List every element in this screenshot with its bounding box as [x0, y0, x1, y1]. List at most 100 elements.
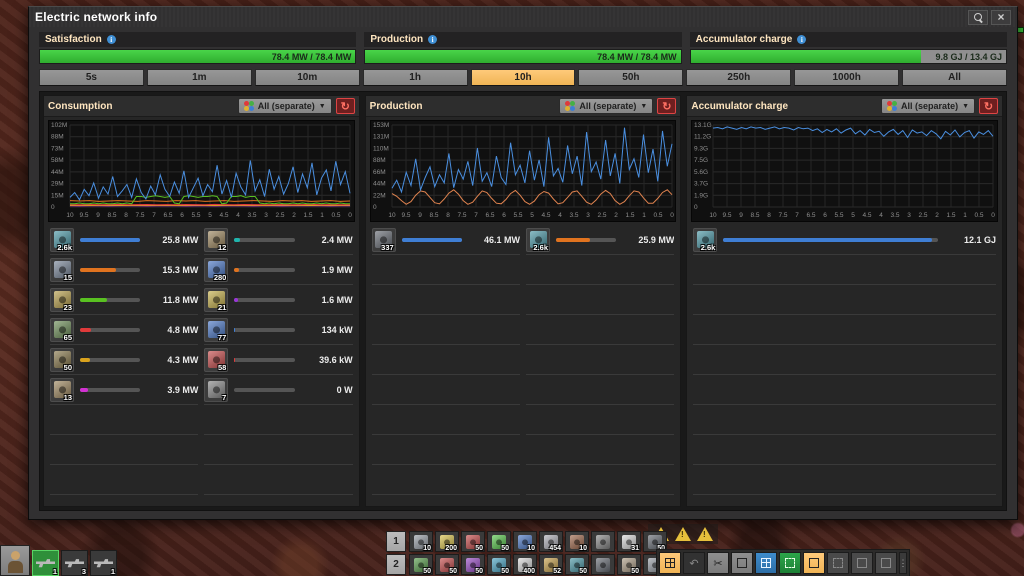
undo-button[interactable]: ↶	[683, 552, 705, 574]
solar-panel-icon[interactable]: 2.6k	[526, 228, 550, 252]
item-count: 50	[501, 545, 509, 552]
cut-button[interactable]: ✂	[707, 552, 729, 574]
svg-text:44M: 44M	[373, 181, 386, 188]
shotgun-slot[interactable]: 1	[90, 550, 117, 576]
production-filter-dropdown[interactable]: All (separate) ▼	[559, 98, 653, 114]
list-row	[526, 435, 674, 465]
upgrade-planner-icon	[833, 558, 843, 568]
quickbar-slot-pipe[interactable]: 50	[617, 554, 641, 575]
quickbar-slot-purple-item[interactable]: 50	[461, 554, 485, 575]
time-button-1m[interactable]: 1m	[147, 69, 252, 86]
svg-text:6.5: 6.5	[163, 212, 172, 219]
quickbar-slot-stone[interactable]: 400	[513, 554, 537, 575]
camera-button[interactable]	[875, 552, 897, 574]
quickbar-row-button-2[interactable]: 2	[386, 554, 406, 575]
electric-furnace-icon[interactable]: 65	[50, 318, 74, 342]
usage-value: 39.6 kW	[301, 355, 353, 365]
quickbar-slot-copper-item[interactable]: 10	[565, 531, 589, 552]
svg-text:0: 0	[348, 212, 352, 219]
roboport-icon[interactable]: 7	[204, 378, 228, 402]
svg-text:4.5: 4.5	[219, 212, 228, 219]
usage-value: 11.8 MW	[146, 295, 198, 305]
svg-text:73M: 73M	[51, 145, 64, 152]
svg-text:0.5: 0.5	[331, 212, 340, 219]
quickbar-slot-gray-item[interactable]	[591, 554, 615, 575]
character-button[interactable]	[0, 545, 30, 576]
usage-bar	[80, 328, 140, 332]
quickbar-slot-beacon[interactable]: 454	[539, 531, 563, 552]
list-row	[526, 375, 674, 405]
quickbar-row-button-1[interactable]: 1	[386, 531, 406, 552]
deconstruction-planner-button[interactable]	[803, 552, 825, 574]
usage-value: 15.3 MW	[146, 265, 198, 275]
time-button-all[interactable]: All	[902, 69, 1007, 86]
quickbar-slot-iron-gear[interactable]: 10	[409, 531, 433, 552]
info-icon[interactable]: i	[428, 35, 437, 44]
quickbar-slot-copper-cable[interactable]: 52	[539, 554, 563, 575]
steam-engine-icon[interactable]: 337	[372, 228, 396, 252]
consumption-filter-dropdown[interactable]: All (separate) ▼	[238, 98, 332, 114]
laser-turret-icon[interactable]: 2.6k	[50, 228, 74, 252]
time-button-250h[interactable]: 250h	[686, 69, 791, 86]
selection-tool-button[interactable]	[779, 552, 801, 574]
electric-mining-drill-icon[interactable]: 50	[50, 348, 74, 372]
quickbar-slot-blue-item[interactable]: 10	[513, 531, 537, 552]
assembling-machine-icon[interactable]: 15	[50, 258, 74, 282]
list-row	[204, 465, 352, 495]
quickbar-slot-green-circuit[interactable]: 50	[487, 531, 511, 552]
time-button-1h[interactable]: 1h	[363, 69, 468, 86]
time-button-10m[interactable]: 10m	[255, 69, 360, 86]
quickbar-slot-teal-tool[interactable]: 50	[565, 554, 589, 575]
time-button-1000h[interactable]: 1000h	[794, 69, 899, 86]
svg-text:5.5: 5.5	[513, 212, 522, 219]
quickbar-slot-blue-chest[interactable]: 50	[487, 554, 511, 575]
time-button-50h[interactable]: 50h	[578, 69, 683, 86]
quickbar-slot-green-machine[interactable]: 50	[409, 554, 433, 575]
reset-button[interactable]: ↻	[336, 98, 355, 114]
fast-inserter-icon[interactable]: 58	[204, 348, 228, 372]
submachine-gun-slot[interactable]: 3	[61, 550, 88, 576]
quickbar-slot-furnace[interactable]	[591, 531, 615, 552]
oil-refinery-icon[interactable]: 23	[50, 288, 74, 312]
item-count: 50	[631, 568, 639, 575]
close-button[interactable]: ×	[991, 10, 1011, 25]
svg-text:4.5: 4.5	[863, 212, 872, 219]
paste-button[interactable]	[755, 552, 777, 574]
svg-text:6.5: 6.5	[807, 212, 816, 219]
accumulator-filter-dropdown[interactable]: All (separate) ▼	[881, 98, 975, 114]
quickbar-slot-ammo[interactable]: 200	[435, 531, 459, 552]
production-panel-title: Production	[370, 101, 556, 112]
copy-button[interactable]	[731, 552, 753, 574]
long-handed-inserter-icon[interactable]: 77	[204, 318, 228, 342]
camera-icon	[881, 558, 891, 568]
alert-tool-button[interactable]	[851, 552, 873, 574]
quickbar-slot-red-item[interactable]: 50	[461, 531, 485, 552]
blueprint-button[interactable]	[659, 552, 681, 574]
svg-text:0: 0	[51, 204, 55, 211]
time-button-5s[interactable]: 5s	[39, 69, 144, 86]
pistol-slot[interactable]: 1	[32, 550, 59, 576]
inserter-icon[interactable]: 280	[204, 258, 228, 282]
all-separate-icon	[565, 101, 575, 111]
upgrade-planner-button[interactable]	[827, 552, 849, 574]
warning-triangle-icon[interactable]	[697, 527, 713, 541]
info-icon[interactable]: i	[107, 35, 116, 44]
shortcut-overflow-button[interactable]: ⋮	[899, 552, 907, 574]
svg-text:58M: 58M	[51, 157, 64, 164]
reset-button[interactable]: ↻	[979, 98, 998, 114]
radar-icon[interactable]: 13	[50, 378, 74, 402]
quickbar-slot-red-tool[interactable]: 50	[435, 554, 459, 575]
lab-icon[interactable]: 12	[204, 228, 228, 252]
info-icon[interactable]: i	[797, 35, 806, 44]
time-button-10h[interactable]: 10h	[471, 69, 576, 86]
accumulator-icon[interactable]: 2.6k	[693, 228, 717, 252]
reset-button[interactable]: ↻	[657, 98, 676, 114]
svg-text:8: 8	[768, 212, 772, 219]
pumpjack-icon[interactable]: 21	[204, 288, 228, 312]
quickbar-slot-steel-item[interactable]: 31	[617, 531, 641, 552]
svg-text:1.5: 1.5	[625, 212, 634, 219]
search-button[interactable]	[968, 10, 988, 25]
warning-triangle-icon[interactable]	[675, 527, 691, 541]
window-titlebar[interactable]: Electric network info ×	[29, 7, 1017, 27]
item-count: 50	[579, 568, 587, 575]
